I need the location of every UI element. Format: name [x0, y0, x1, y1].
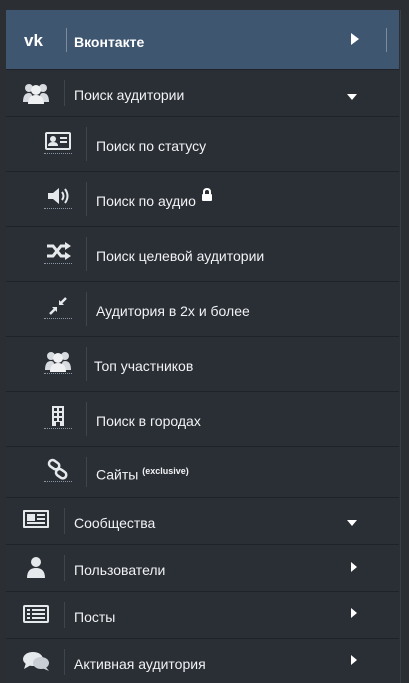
- list-card-icon: [22, 602, 50, 626]
- submenu-label: Поиск целевой аудитории: [96, 248, 265, 264]
- speaker-icon: [44, 184, 72, 209]
- submenu-item-sites[interactable]: Сайты (exclusive): [6, 447, 399, 498]
- sites-label: Сайты: [96, 466, 139, 483]
- menu-item-communities[interactable]: Сообщества: [6, 498, 399, 545]
- submenu-item-target-audience[interactable]: Поиск целевой аудитории: [6, 227, 399, 282]
- user-icon: [22, 555, 50, 579]
- lock-icon: [201, 187, 213, 207]
- header-divider-right: [386, 28, 387, 52]
- submenu-item-audience-2x[interactable]: Аудитория в 2х и более: [6, 282, 399, 337]
- menu-item-posts[interactable]: Посты: [6, 592, 399, 639]
- users-group-icon: [22, 81, 50, 105]
- menu-label: Поиск аудитории: [74, 87, 185, 103]
- menu-item-active-audience[interactable]: Активная аудитория: [6, 639, 399, 683]
- link-icon: [44, 457, 72, 482]
- menu-label: Активная аудитория: [74, 656, 206, 672]
- submenu-label: Аудитория в 2х и более: [96, 303, 250, 319]
- header-title: Вконтакте: [74, 34, 145, 50]
- compress-arrows-icon: [44, 294, 72, 319]
- menu-label: Пользователи: [74, 562, 166, 578]
- shuffle-icon: [44, 239, 72, 264]
- exclusive-tag: (exclusive): [142, 466, 189, 476]
- submenu-label: Топ участников: [94, 358, 194, 374]
- submenu-label: Сайты (exclusive): [96, 466, 189, 483]
- submenu-item-city-search[interactable]: Поиск в городах: [6, 392, 399, 447]
- header-divider: [66, 28, 67, 52]
- caret-down-icon: [346, 514, 358, 532]
- menu-label: Посты: [74, 609, 116, 625]
- newspaper-icon: [22, 507, 50, 531]
- submenu-item-audio-search[interactable]: Поиск по аудио: [6, 172, 399, 227]
- chat-bubbles-icon: [22, 649, 50, 673]
- svg-text:vk: vk: [24, 31, 43, 49]
- submenu-item-top-members[interactable]: Топ участников: [6, 337, 399, 392]
- sidebar-header-vkontakte[interactable]: vk Вконтакте: [6, 10, 399, 70]
- menu-label: Сообщества: [74, 515, 156, 531]
- submenu-label: Поиск по статусу: [96, 138, 207, 154]
- chevron-right-icon: [350, 32, 360, 51]
- chevron-right-icon: [350, 653, 358, 671]
- building-icon: [44, 404, 72, 429]
- submenu-label: Поиск в городах: [96, 413, 201, 429]
- users-group-icon: [44, 349, 72, 374]
- chevron-right-icon: [350, 606, 358, 624]
- menu-item-audience-search[interactable]: Поиск аудитории: [6, 70, 399, 117]
- id-card-icon: [44, 129, 72, 154]
- caret-down-icon: [346, 88, 358, 106]
- menu-item-users[interactable]: Пользователи: [6, 545, 399, 592]
- submenu-label: Поиск по аудио: [96, 193, 196, 209]
- submenu-item-status-search[interactable]: Поиск по статусу: [6, 117, 399, 172]
- vk-logo-icon: vk: [24, 28, 52, 52]
- chevron-right-icon: [350, 560, 358, 578]
